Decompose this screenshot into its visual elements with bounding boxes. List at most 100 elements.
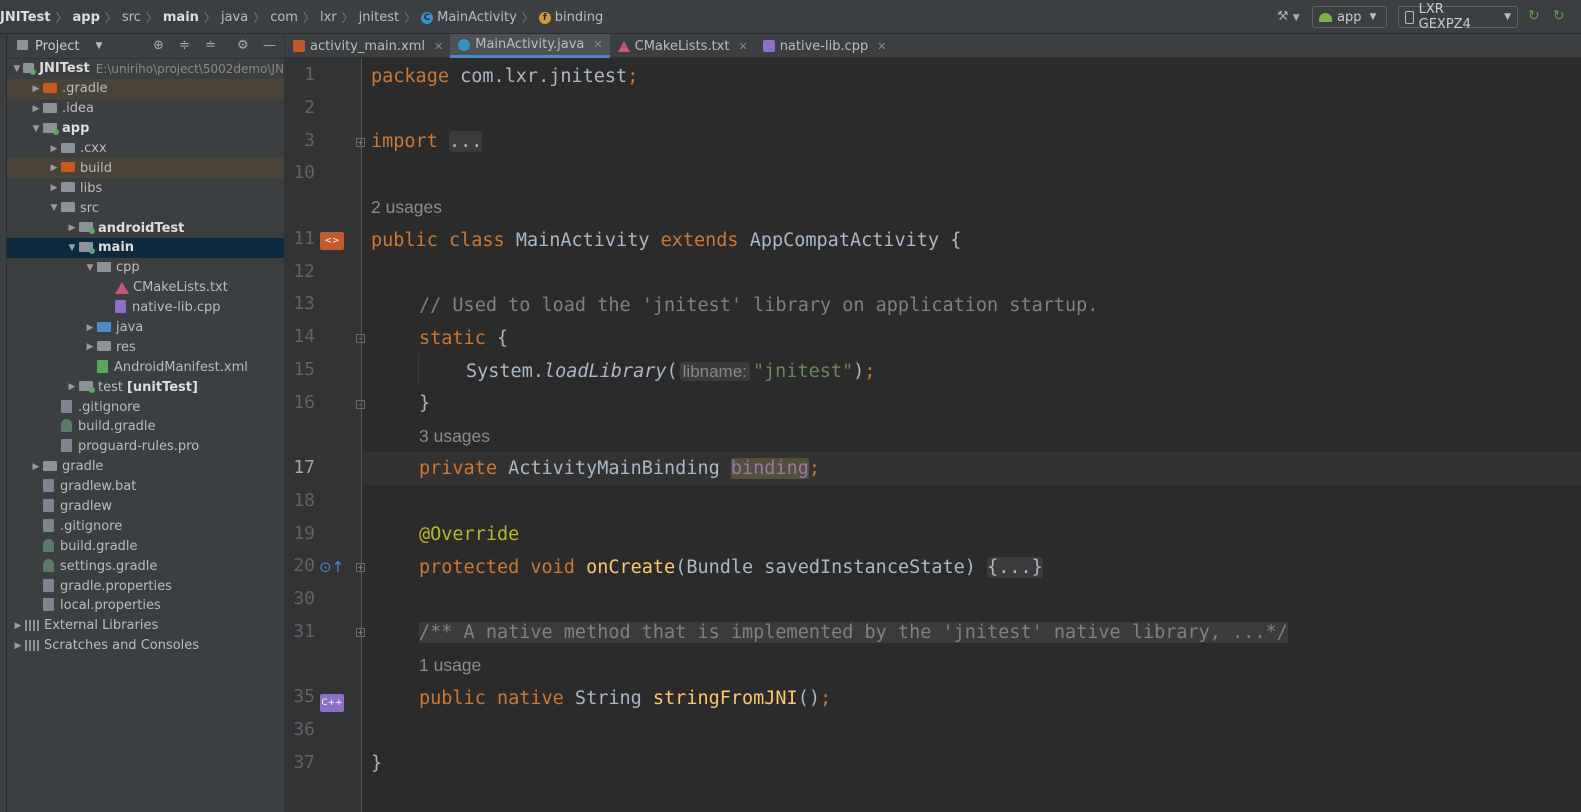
tree-item[interactable]: ▶ libs: [7, 178, 284, 198]
chevron-right-icon[interactable]: ▶: [11, 641, 25, 651]
tree-item[interactable]: build.gradle: [7, 417, 284, 437]
line-number: 16: [293, 391, 315, 413]
tree-item[interactable]: AndroidManifest.xml: [7, 357, 284, 377]
tree-item[interactable]: build.gradle: [7, 536, 284, 556]
tree-item[interactable]: native-lib.cpp: [7, 298, 284, 318]
chevron-right-icon[interactable]: ▶: [47, 144, 61, 154]
run-config-dropdown[interactable]: app ▼: [1312, 6, 1387, 28]
left-tool-strip: [0, 34, 7, 812]
tree-item[interactable]: ▶ androidTest: [7, 218, 284, 238]
chevron-down-icon[interactable]: ▼: [11, 64, 23, 74]
line-number: 35: [293, 686, 315, 708]
tree-item[interactable]: ▶ test [unitTest]: [7, 377, 284, 397]
tree-item[interactable]: CMakeLists.txt: [7, 278, 284, 298]
breadcrumb-src[interactable]: src: [122, 10, 141, 25]
line-number: 36: [293, 719, 315, 740]
tree-item[interactable]: ▶ External Libraries: [7, 616, 284, 636]
chevron-down-icon[interactable]: ▼: [47, 203, 61, 213]
tab-cmakelists[interactable]: CMakeLists.txt ✕: [610, 34, 755, 58]
tree-item[interactable]: ▼ src: [7, 198, 284, 218]
cpp-native-gutter-icon[interactable]: C++: [320, 694, 344, 712]
breadcrumb-app[interactable]: app: [72, 10, 99, 25]
code-area[interactable]: package com.lxr.jnitest; import ... 2 us…: [363, 58, 1581, 812]
tree-item[interactable]: ▶ gradle: [7, 457, 284, 477]
tree-item[interactable]: ▶ java: [7, 318, 284, 338]
folded-method-body[interactable]: {...}: [987, 557, 1043, 578]
chevron-down-icon[interactable]: ▼: [83, 263, 97, 273]
chevron-right-icon[interactable]: ▶: [29, 462, 43, 472]
tree-item[interactable]: gradlew: [7, 497, 284, 517]
tree-item[interactable]: ▶ res: [7, 337, 284, 357]
chevron-right-icon[interactable]: ▶: [29, 84, 43, 94]
code-editor[interactable]: 1 2 3 10 11 12 13 14 15 16 17 18 19 20 30 31 35 36 37 + <>…: [285, 58, 1581, 812]
tree-item-label: native-lib.cpp: [132, 300, 221, 316]
tree-item[interactable]: .gitignore: [7, 516, 284, 536]
apply-changes-icon[interactable]: ↻: [1553, 8, 1565, 24]
gradle-icon: [43, 558, 54, 572]
tree-root[interactable]: ▼ JNITest E:\uniriho\project\5002demo\JN: [7, 59, 284, 79]
close-icon[interactable]: ✕: [877, 40, 886, 53]
tab-native-lib-cpp[interactable]: native-lib.cpp ✕: [755, 34, 894, 58]
chevron-right-icon[interactable]: ▶: [29, 104, 43, 114]
project-view-selector[interactable]: Project: [35, 39, 79, 54]
rerun-icon[interactable]: ↻: [1528, 8, 1540, 24]
tree-item[interactable]: ▶ .cxx: [7, 139, 284, 159]
hide-panel-icon[interactable]: —: [263, 38, 276, 53]
android-icon: [1319, 12, 1332, 22]
tree-item[interactable]: local.properties: [7, 596, 284, 616]
breadcrumb-jnitest[interactable]: JNITest: [0, 10, 50, 25]
breadcrumb-mainactivity[interactable]: MainActivity: [437, 10, 517, 25]
chevron-right-icon[interactable]: ▶: [65, 382, 79, 392]
gear-icon[interactable]: ⚙: [237, 38, 249, 53]
tree-item[interactable]: ▶ .gradle: [7, 78, 284, 99]
folded-doc-comment[interactable]: /** A native method that is implemented …: [419, 622, 1288, 643]
tree-item[interactable]: ▶ Scratches and Consoles: [7, 636, 284, 656]
tab-mainactivity-java[interactable]: MainActivity.java ✕: [450, 34, 610, 58]
device-dropdown[interactable]: LXR GEXPZ4 ▼: [1398, 2, 1518, 32]
breadcrumb-lxr[interactable]: lxr: [320, 10, 337, 25]
chevron-right-icon[interactable]: ▶: [83, 342, 97, 352]
tree-item-label: .gitignore: [78, 399, 141, 415]
breadcrumb-jnitest-package[interactable]: jnitest: [359, 10, 399, 25]
breadcrumb: JNITest 〉 app 〉 src 〉 main 〉 java 〉 com 〉 lxr 〉…: [0, 9, 603, 26]
chevron-right-icon: 〉: [145, 11, 158, 25]
tree-item[interactable]: gradlew.bat: [7, 477, 284, 497]
collapse-all-icon[interactable]: ≐: [205, 38, 216, 53]
locate-icon[interactable]: ⊕: [153, 38, 164, 53]
dropdown-arrow-icon[interactable]: ▼: [95, 41, 102, 51]
breadcrumb-main[interactable]: main: [163, 10, 199, 25]
tree-item[interactable]: proguard-rules.pro: [7, 437, 284, 457]
tree-item[interactable]: gradle.properties: [7, 576, 284, 596]
tab-activity-main-xml[interactable]: activity_main.xml ✕: [285, 34, 450, 58]
tree-item[interactable]: ▼ app: [7, 119, 284, 139]
chevron-right-icon[interactable]: ▶: [47, 183, 61, 193]
chevron-down-icon[interactable]: ▼: [65, 243, 79, 253]
breadcrumb-com[interactable]: com: [270, 10, 298, 25]
chevron-right-icon[interactable]: ▶: [83, 323, 97, 333]
tree-item[interactable]: .gitignore: [7, 397, 284, 417]
build-hammer-icon[interactable]: ⚒ ▼: [1277, 9, 1301, 25]
chevron-right-icon[interactable]: ▶: [65, 223, 79, 233]
usages-hint[interactable]: 1 usage: [419, 649, 481, 682]
close-icon[interactable]: ✕: [738, 40, 747, 53]
tree-item[interactable]: ▼ cpp: [7, 258, 284, 278]
override-gutter-icon[interactable]: ⊙↑: [319, 558, 344, 576]
chevron-right-icon[interactable]: ▶: [11, 621, 25, 631]
expand-all-icon[interactable]: ≑: [179, 38, 190, 53]
tree-item[interactable]: settings.gradle: [7, 556, 284, 576]
folded-imports[interactable]: ...: [448, 131, 483, 152]
chevron-down-icon[interactable]: ▼: [29, 124, 43, 134]
breadcrumb-java[interactable]: java: [221, 10, 248, 25]
close-icon[interactable]: ✕: [434, 40, 443, 53]
tree-item[interactable]: ▼ main: [7, 238, 284, 258]
tree-item[interactable]: ▶ build: [7, 158, 284, 179]
breadcrumb-binding[interactable]: binding: [555, 10, 603, 25]
chevron-right-icon[interactable]: ▶: [47, 163, 61, 173]
layout-xml-gutter-icon[interactable]: <>: [320, 232, 344, 250]
tree-item[interactable]: ▶ .idea: [7, 99, 284, 119]
chevron-right-icon: 〉: [341, 11, 354, 25]
usages-hint[interactable]: 2 usages: [371, 191, 442, 224]
usages-hint[interactable]: 3 usages: [419, 420, 490, 453]
close-icon[interactable]: ✕: [593, 38, 602, 51]
tree-item-label: settings.gradle: [60, 558, 158, 574]
